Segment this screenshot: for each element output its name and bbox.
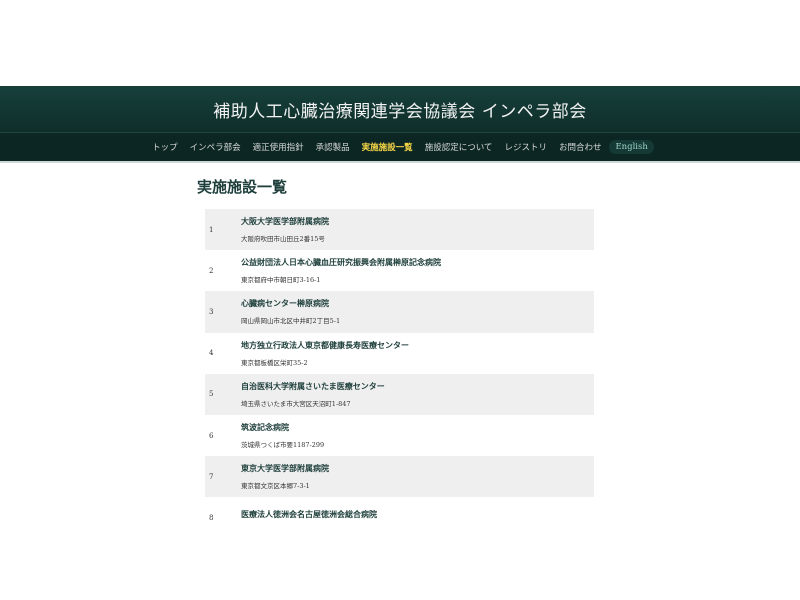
facility-name-link[interactable]: 筑波記念病院 xyxy=(241,422,593,433)
facility-name-link[interactable]: 心臓病センター榊原病院 xyxy=(241,298,593,309)
facility-address: 東京都板橋区栄町35-2 xyxy=(241,358,308,367)
table-row: 1 大阪大学医学部附属病院 大阪府吹田市山田丘2番15号 xyxy=(205,209,594,251)
facility-name-link[interactable]: 自治医科大学附属さいたま医療センター xyxy=(241,381,593,392)
facility-name-link[interactable]: 公益財団法人日本心臓血圧研究振興会附属榊原記念病院 xyxy=(241,257,593,268)
nav-item-impella-committee[interactable]: インペラ部会 xyxy=(184,141,247,153)
nav-item-facility-certification[interactable]: 施設認定について xyxy=(419,141,499,153)
facility-info: 自治医科大学附属さいたま医療センター 埼玉県さいたま市大宮区天沼町1-847 xyxy=(236,374,594,415)
row-number: 4 xyxy=(209,349,214,358)
facility-address: 大阪府吹田市山田丘2番15号 xyxy=(241,235,325,244)
facility-info: 公益財団法人日本心臓血圧研究振興会附属榊原記念病院 東京都府中市朝日町3-16-… xyxy=(236,250,594,291)
row-number: 1 xyxy=(209,225,214,234)
facility-name-link[interactable]: 医療法人徳洲会名古屋徳洲会総合病院 xyxy=(241,509,593,520)
table-row: 6 筑波記念病院 茨城県つくば市要1187-299 xyxy=(205,414,594,457)
facility-address: 茨城県つくば市要1187-299 xyxy=(241,441,325,450)
facility-name-link[interactable]: 大阪大学医学部附属病院 xyxy=(241,216,593,227)
facility-info: 東京大学医学部附属病院 東京都文京区本郷7-3-1 xyxy=(236,456,594,497)
facility-address: 埼玉県さいたま市大宮区天沼町1-847 xyxy=(241,399,351,408)
row-number: 5 xyxy=(209,390,214,399)
nav-item-registry[interactable]: レジストリ xyxy=(498,141,553,153)
facility-address: 東京都文京区本郷7-3-1 xyxy=(241,482,310,491)
nav-divider xyxy=(0,161,800,163)
facility-info: 心臓病センター榊原病院 岡山県岡山市北区中井町2丁目5-1 xyxy=(236,291,594,332)
row-number: 6 xyxy=(209,431,214,440)
table-row: 8 医療法人徳洲会名古屋徳洲会総合病院 xyxy=(205,497,594,539)
table-row: 4 地方独立行政法人東京都健康長寿医療センター 東京都板橋区栄町35-2 xyxy=(205,332,594,374)
facility-table: 1 大阪大学医学部附属病院 大阪府吹田市山田丘2番15号 2 公益財団法人日本心… xyxy=(205,209,594,539)
table-row: 3 心臓病センター榊原病院 岡山県岡山市北区中井町2丁目5-1 xyxy=(205,291,594,333)
nav-item-facility-list[interactable]: 実施施設一覧 xyxy=(356,141,419,153)
main-content: 実施施設一覧 1 大阪大学医学部附属病院 大阪府吹田市山田丘2番15号 2 公益… xyxy=(197,176,594,539)
page-title: 実施施設一覧 xyxy=(197,178,288,196)
facility-info: 医療法人徳洲会名古屋徳洲会総合病院 xyxy=(236,497,594,538)
nav-item-guidelines[interactable]: 適正使用指針 xyxy=(247,141,310,153)
facility-address: 東京都府中市朝日町3-16-1 xyxy=(241,276,321,285)
facility-name-link[interactable]: 東京大学医学部附属病院 xyxy=(241,463,593,474)
main-nav: トップ インペラ部会 適正使用指針 承認製品 実施施設一覧 施設認定について レ… xyxy=(0,132,800,161)
row-number: 8 xyxy=(209,513,214,522)
nav-item-english[interactable]: English xyxy=(609,140,654,154)
nav-item-top[interactable]: トップ xyxy=(146,141,184,153)
nav-item-approved-products[interactable]: 承認製品 xyxy=(310,141,356,153)
facility-info: 地方独立行政法人東京都健康長寿医療センター 東京都板橋区栄町35-2 xyxy=(236,333,594,374)
top-blank-area xyxy=(0,0,800,86)
row-number: 2 xyxy=(209,266,214,275)
row-number: 7 xyxy=(209,472,214,481)
table-row: 2 公益財団法人日本心臓血圧研究振興会附属榊原記念病院 東京都府中市朝日町3-1… xyxy=(205,250,594,292)
facility-info: 筑波記念病院 茨城県つくば市要1187-299 xyxy=(236,415,594,456)
facility-info: 大阪大学医学部附属病院 大阪府吹田市山田丘2番15号 xyxy=(236,209,594,250)
table-row: 5 自治医科大学附属さいたま医療センター 埼玉県さいたま市大宮区天沼町1-847 xyxy=(205,373,594,415)
nav-item-contact[interactable]: お問合わせ xyxy=(553,141,608,153)
site-header: 補助人工心臓治療関連学会協議会 インペラ部会 xyxy=(0,86,800,132)
site-title[interactable]: 補助人工心臓治療関連学会協議会 インペラ部会 xyxy=(213,97,586,122)
facility-name-link[interactable]: 地方独立行政法人東京都健康長寿医療センター xyxy=(241,340,593,351)
table-row: 7 東京大学医学部附属病院 東京都文京区本郷7-3-1 xyxy=(205,456,594,498)
row-number: 3 xyxy=(209,307,214,316)
facility-address: 岡山県岡山市北区中井町2丁目5-1 xyxy=(241,317,341,326)
